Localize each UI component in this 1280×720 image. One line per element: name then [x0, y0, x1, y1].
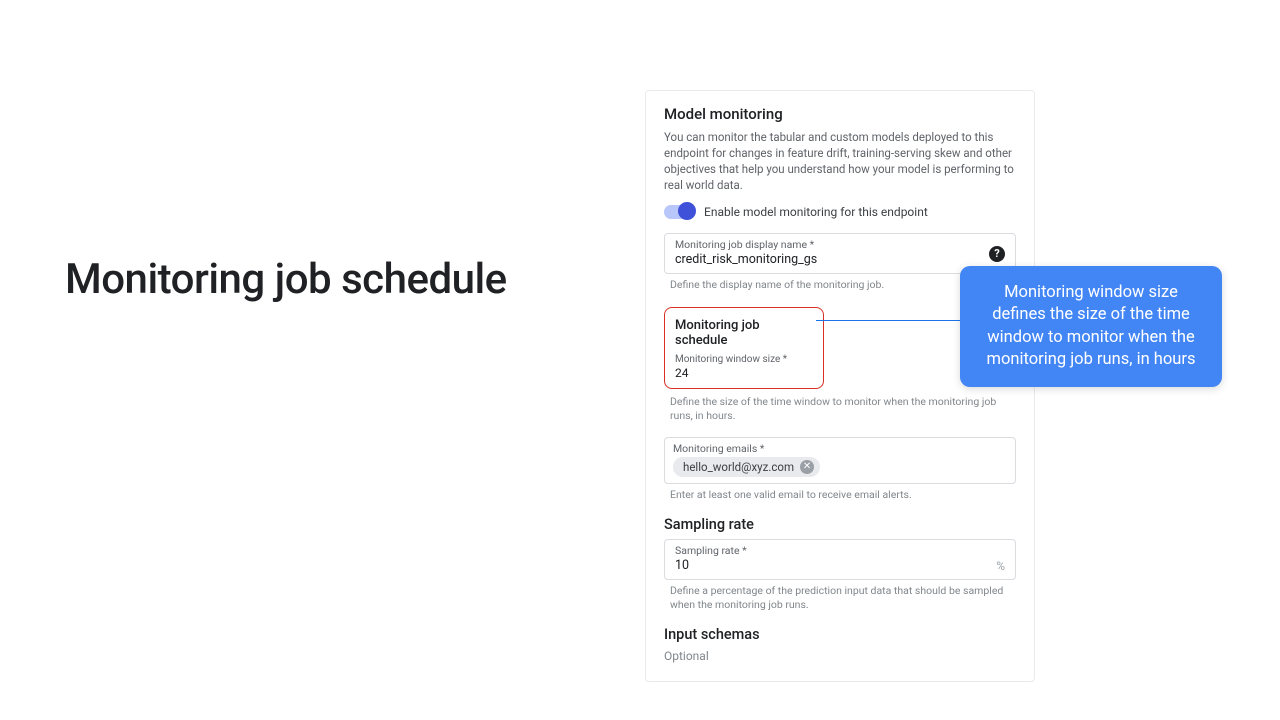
window-size-value[interactable]: 24: [675, 366, 813, 380]
percent-suffix: %: [996, 559, 1005, 573]
input-schemas-title: Input schemas: [664, 626, 1016, 643]
email-chip-text: hello_world@xyz.com: [683, 460, 794, 474]
job-name-value: credit_risk_monitoring_gs: [675, 252, 1005, 267]
job-name-label: Monitoring job display name *: [675, 238, 1005, 251]
schedule-helper: Define the size of the time window to mo…: [670, 395, 1016, 423]
help-icon[interactable]: ?: [989, 246, 1005, 262]
slide-title: Monitoring job schedule: [65, 255, 507, 304]
input-schemas-subtext: Optional: [664, 649, 1016, 663]
schedule-title: Monitoring job schedule: [675, 318, 813, 348]
schedule-highlight-box: Monitoring job schedule Monitoring windo…: [664, 307, 824, 389]
panel-description: You can monitor the tabular and custom m…: [664, 129, 1016, 193]
sampling-field[interactable]: Sampling rate * 10 %: [664, 539, 1016, 580]
emails-field[interactable]: Monitoring emails * hello_world@xyz.com …: [664, 437, 1016, 484]
sampling-helper: Define a percentage of the prediction in…: [670, 584, 1016, 612]
callout-tooltip: Monitoring window size defines the size …: [960, 266, 1222, 387]
email-chip: hello_world@xyz.com ✕: [673, 457, 820, 477]
callout-leader-line: [816, 320, 966, 321]
window-size-label: Monitoring window size *: [675, 354, 813, 365]
sampling-title: Sampling rate: [664, 516, 1016, 533]
enable-monitoring-label: Enable model monitoring for this endpoin…: [704, 205, 928, 219]
panel-heading: Model monitoring: [664, 105, 1016, 123]
enable-monitoring-row: Enable model monitoring for this endpoin…: [664, 205, 1016, 219]
remove-chip-icon[interactable]: ✕: [800, 460, 814, 474]
emails-label: Monitoring emails *: [673, 442, 1007, 455]
emails-helper: Enter at least one valid email to receiv…: [670, 488, 1016, 502]
sampling-label: Sampling rate *: [675, 544, 1005, 557]
sampling-value: 10: [675, 558, 1005, 573]
enable-monitoring-toggle[interactable]: [664, 205, 694, 219]
